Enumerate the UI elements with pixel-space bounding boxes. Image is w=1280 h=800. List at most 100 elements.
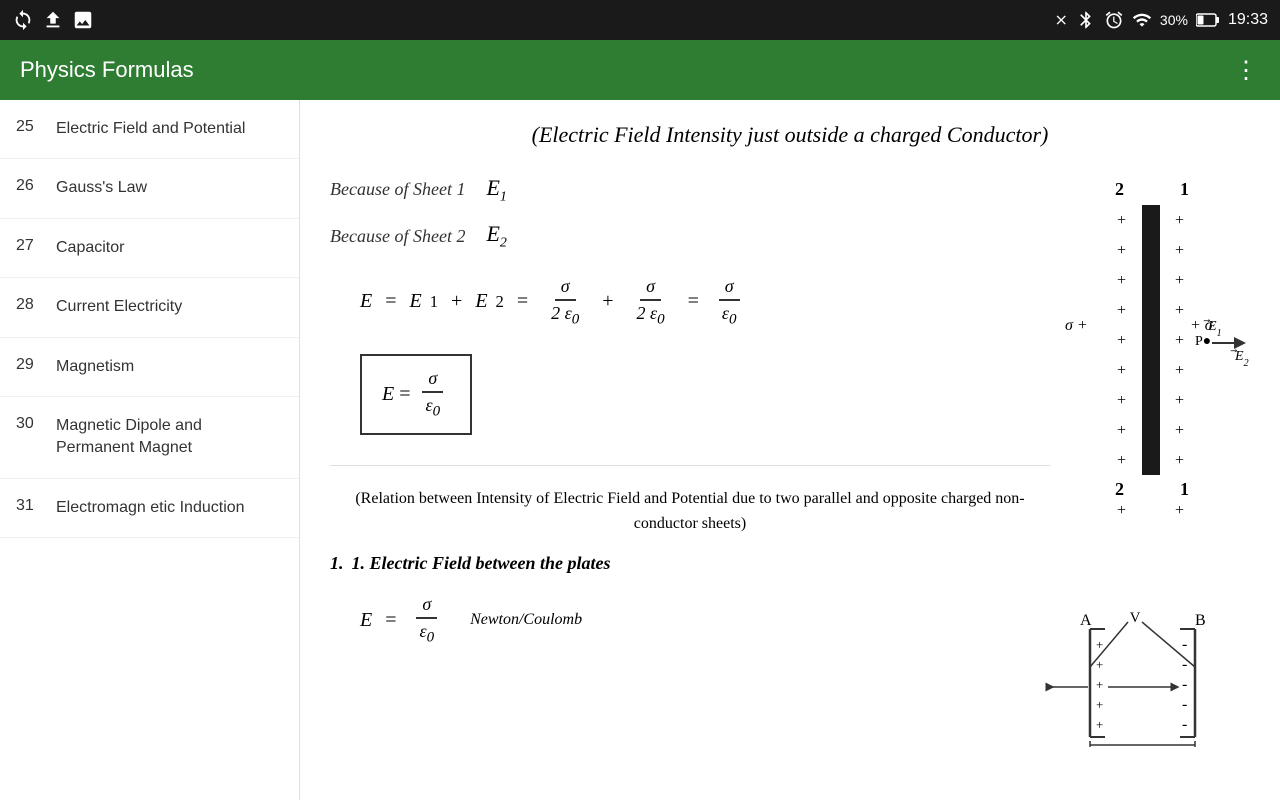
content-area: (Electric Field Intensity just outside a… xyxy=(300,100,1280,800)
svg-text:+: + xyxy=(1175,502,1184,519)
nav-list: 25 Electric Field and Potential 26 Gauss… xyxy=(0,100,300,800)
nav-label-29: Magnetism xyxy=(56,356,134,378)
nav-item-27[interactable]: 27 Capacitor xyxy=(0,219,299,278)
nav-label-30: Magnetic Dipole and Permanent Magnet xyxy=(56,415,283,460)
bluetooth-icon-svg xyxy=(1076,10,1096,30)
nav-number-30: 30 xyxy=(16,415,56,433)
formula-section-1: Because of Sheet 1 E1 Because of Sheet 2… xyxy=(330,175,1250,667)
app-bar: Physics Formulas ⋮ xyxy=(0,40,1280,100)
svg-text:V: V xyxy=(1130,610,1141,626)
svg-text:A: A xyxy=(1080,612,1092,629)
fraction-1: σ 2 ε0 xyxy=(545,276,585,329)
conductor-diagram: 2 1 + + + + + + + + + σ + + + xyxy=(1060,175,1250,575)
svg-text:2: 2 xyxy=(1115,179,1124,199)
sheet2-label: Because of Sheet 2 xyxy=(330,226,465,247)
svg-text:+: + xyxy=(1175,452,1184,469)
nav-label-31: Electromagn etic Induction xyxy=(56,497,245,519)
svg-text:+: + xyxy=(1096,697,1103,712)
nav-item-26[interactable]: 26 Gauss's Law xyxy=(0,159,299,218)
svg-text:-: - xyxy=(1182,716,1187,733)
svg-text:+: + xyxy=(1096,637,1103,652)
nav-item-30[interactable]: 30 Magnetic Dipole and Permanent Magnet xyxy=(0,397,299,479)
svg-text:+: + xyxy=(1096,717,1103,732)
nav-number-31: 31 xyxy=(16,497,56,515)
formula-left-content: Because of Sheet 1 E1 Because of Sheet 2… xyxy=(330,175,1050,667)
nav-number-27: 27 xyxy=(16,237,56,255)
status-bar-right: ⨯ 30% 19:33 xyxy=(1055,10,1268,30)
battery-icon xyxy=(1196,13,1220,27)
svg-text:σ +: σ + xyxy=(1065,317,1088,334)
relation-text: (Relation between Intensity of Electric … xyxy=(330,486,1050,537)
sheet1-line: Because of Sheet 1 E1 xyxy=(330,175,1050,205)
svg-text:-: - xyxy=(1182,636,1187,653)
main-formula-title: (Electric Field Intensity just outside a… xyxy=(330,120,1250,151)
sheet1-label: Because of Sheet 1 xyxy=(330,179,465,200)
ef-equation: E = σ ε0 Newton/Coulomb xyxy=(360,594,1050,647)
svg-text:+: + xyxy=(1117,272,1126,289)
sync-icon xyxy=(12,9,34,31)
svg-text:+: + xyxy=(1175,242,1184,259)
electric-field-section: 1. 1. Electric Field between the plates xyxy=(330,553,1050,574)
svg-text:+: + xyxy=(1117,502,1126,519)
nav-label-25: Electric Field and Potential xyxy=(56,118,245,140)
fraction-2: σ 2 ε0 xyxy=(631,276,671,329)
upload-icon xyxy=(42,9,64,31)
app-title: Physics Formulas xyxy=(20,57,194,83)
svg-text:+: + xyxy=(1175,362,1184,379)
alarm-icon xyxy=(1104,10,1124,30)
svg-text:2: 2 xyxy=(1115,479,1124,499)
svg-text:1: 1 xyxy=(1180,179,1189,199)
boxed-formula-container: E = σ ε0 xyxy=(360,344,1050,445)
svg-text:+: + xyxy=(1117,452,1126,469)
main-content: 25 Electric Field and Potential 26 Gauss… xyxy=(0,100,1280,800)
capacitor-diagram: A B + + + + + - - - - xyxy=(1020,607,1250,747)
signal-icon xyxy=(1132,10,1152,30)
nav-label-26: Gauss's Law xyxy=(56,177,147,199)
bluetooth-icon: ⨯ xyxy=(1055,10,1068,30)
newton-coulomb: Newton/Coulomb xyxy=(470,611,582,629)
nav-item-31[interactable]: 31 Electromagn etic Induction xyxy=(0,479,299,538)
svg-text:+: + xyxy=(1117,302,1126,319)
status-bar: ⨯ 30% 19:33 xyxy=(0,0,1280,40)
nav-number-25: 25 xyxy=(16,118,56,136)
svg-text:+: + xyxy=(1175,272,1184,289)
section-number: 1. xyxy=(330,553,344,574)
svg-text:⃗E2: ⃗E2 xyxy=(1230,349,1249,369)
svg-text:1: 1 xyxy=(1180,479,1189,499)
svg-text:+: + xyxy=(1175,392,1184,409)
overflow-menu-button[interactable]: ⋮ xyxy=(1234,56,1260,85)
svg-text:P●: P● xyxy=(1195,334,1211,349)
svg-text:+: + xyxy=(1175,422,1184,439)
main-equation: E = E1 + E2 = σ 2 ε0 + σ 2 ε0 = σ ε0 xyxy=(360,276,1050,329)
nav-number-26: 26 xyxy=(16,177,56,195)
fraction-3: σ ε0 xyxy=(716,276,743,329)
svg-text:+: + xyxy=(1117,392,1126,409)
nav-item-29[interactable]: 29 Magnetism xyxy=(0,338,299,397)
ef-fraction: σ ε0 xyxy=(414,594,441,647)
svg-text:+: + xyxy=(1117,242,1126,259)
e1-var: E1 xyxy=(486,175,506,205)
svg-text:+: + xyxy=(1175,212,1184,229)
nav-number-28: 28 xyxy=(16,296,56,314)
battery-percent: 30% xyxy=(1160,12,1188,28)
conductor-diagram-container: 2 1 + + + + + + + + + σ + + + xyxy=(1050,175,1250,580)
svg-text:+: + xyxy=(1175,302,1184,319)
status-bar-left xyxy=(12,9,94,31)
svg-text:-: - xyxy=(1182,676,1187,693)
section-title: 1. Electric Field between the plates xyxy=(352,553,611,574)
boxed-formula: E = σ ε0 xyxy=(360,354,472,435)
boxed-fraction: σ ε0 xyxy=(420,368,447,421)
time-display: 19:33 xyxy=(1228,11,1268,29)
svg-text:B: B xyxy=(1195,612,1206,629)
image-icon xyxy=(72,9,94,31)
svg-text:+: + xyxy=(1117,212,1126,229)
nav-label-28: Current Electricity xyxy=(56,296,182,318)
svg-text:+: + xyxy=(1096,677,1103,692)
nav-item-25[interactable]: 25 Electric Field and Potential xyxy=(0,100,299,159)
divider-1 xyxy=(330,465,1050,466)
svg-text:-: - xyxy=(1182,696,1187,713)
svg-text:+: + xyxy=(1117,362,1126,379)
svg-text:+: + xyxy=(1117,332,1126,349)
nav-item-28[interactable]: 28 Current Electricity xyxy=(0,278,299,337)
nav-number-29: 29 xyxy=(16,356,56,374)
